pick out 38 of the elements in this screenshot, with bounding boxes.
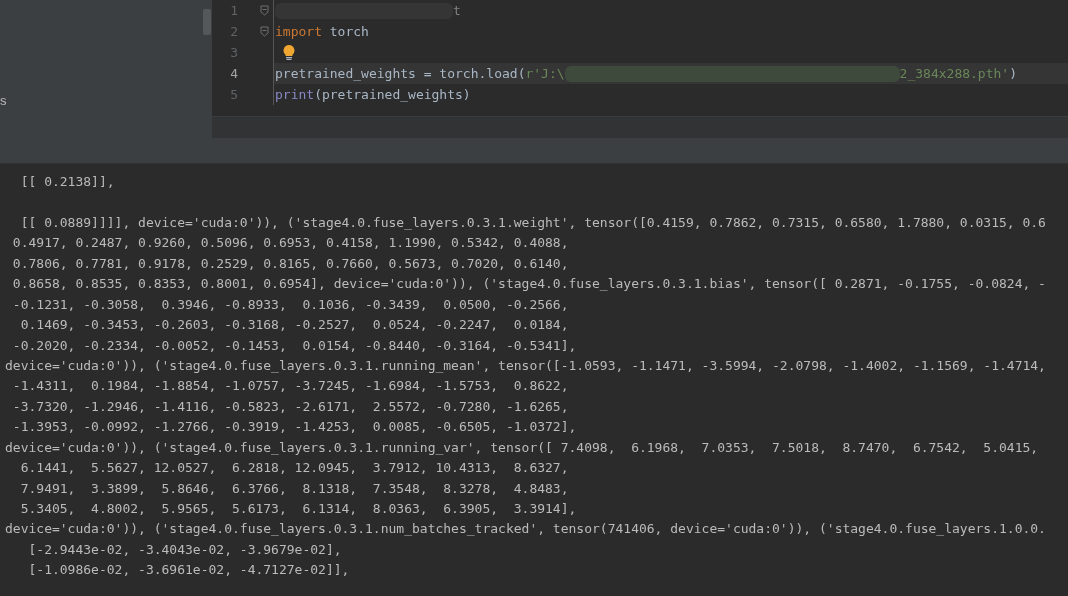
output-line: -1.4311, 0.1984, -1.8854, -1.0757, -3.7245, -1.6984, -1.5753, 0.8622,: [11, 378, 569, 394]
output-line: -0.1231, -0.3058, 0.3946, -0.8933, 0.1036, -0.3439, 0.0500, -0.2566,: [11, 296, 569, 312]
output-line: -0.2020, -0.2334, -0.0052, -0.1453, 0.0154, -0.8440, -0.3164, -0.5341],: [11, 337, 577, 353]
line-number: 2: [229, 22, 238, 41]
output-line: 0.8658, 0.8535, 0.8353, 0.8001, 0.6954], device='cuda:0')), ('stage4.0.fuse_layers.0.3.1.bias', tensor([ 0.2871, -0.1755, -0.0824, -: [11, 276, 1046, 292]
output-line: 0.1469, -0.3453, -0.2603, -0.3168, -0.2527, 0.0524, -0.2247, 0.0184,: [19, 317, 569, 333]
output-line: [-2.9443e-02, -3.4043e-02, -3.9679e-02],: [27, 541, 342, 557]
output-line: [[ 0.0889]]]], device='cuda:0')), ('stage4.0.fuse_layers.0.3.1.weight', tensor([0.4159, 0.7862, 0.7315, 0.6580, 1.7880, 0.0315, 0.6: [19, 214, 1046, 230]
code-token: ): [1009, 64, 1017, 83]
code-token: pretrained_weights = torch.load(: [275, 64, 526, 83]
output-line: 6.1441, 5.5627, 12.0527, 6.2818, 12.0945, 3.7912, 10.4313, 8.6327,: [19, 460, 569, 476]
output-line: 5.3405, 4.8002, 5.9565, 5.6173, 6.1314, 8.0363, 6.3905, 3.3914],: [19, 501, 577, 516]
line-number: 4: [229, 64, 238, 83]
line-number: 5: [229, 85, 238, 104]
code-token: 2_384x288.pth': [899, 64, 1010, 83]
code-token: t: [453, 1, 461, 20]
output-line: -1.3953, -0.0992, -1.2766, -0.3919, -1.4253, 0.0085, -0.6505, -1.0372],: [11, 419, 577, 435]
output-line: 7.9491, 3.3899, 5.8646, 6.3766, 8.1318, 7.3548, 8.3278, 4.8483,: [19, 480, 569, 496]
code-token: r'J:\: [525, 64, 565, 83]
output-line: -3.7320, -1.2946, -1.4116, -0.5823, -2.6171, 2.5572, -0.7280, -1.6265,: [11, 398, 569, 414]
output-line: [[ 0.2138]],: [19, 174, 115, 189]
lightbulb-icon[interactable]: [283, 45, 295, 60]
output-line: [-1.0986e-02, -3.6961e-02, -4.7127e-02]],: [27, 562, 350, 578]
output-line: device='cuda:0')), ('stage4.0.fuse_layers.0.3.1.running_mean', tensor([-1.0593, -1.1471, -3.5994, -2.0798, -1.4002, -1.1569, -1.4714,: [5, 357, 1046, 373]
code-token: (pretrained_weights): [314, 85, 471, 104]
line-number: 3: [229, 43, 238, 62]
fold-icon[interactable]: [260, 26, 269, 37]
output-line: 0.4917, 0.2487, 0.9260, 0.5096, 0.6953, 0.4158, 1.1990, 0.5342, 0.4088,: [11, 235, 569, 251]
code-token: print: [275, 85, 315, 104]
output-line: 0.7806, 0.7781, 0.9178, 0.2529, 0.8165, 0.7660, 0.5673, 0.7020, 0.6140,: [11, 255, 569, 271]
fold-icon[interactable]: [260, 5, 269, 16]
output-line: device='cuda:0')), ('stage4.0.fuse_layers.0.3.1.num_batches_tracked', tensor(741406, device='cuda:0')), ('stage4.0.fuse_layers.1.0.0.: [5, 521, 1046, 537]
output-line: device='cuda:0')), ('stage4.0.fuse_layers.0.3.1.running_var', tensor([ 7.4098, 6.1968, 7.0353, 7.5018, 8.7470, 6.7542, 5.0415,: [5, 439, 1039, 455]
code-token: torch: [328, 22, 369, 41]
line-number: 1: [229, 1, 238, 20]
scrollbar-thumb[interactable]: [203, 9, 211, 35]
code-token: import: [275, 22, 322, 41]
project-item[interactable]: s: [0, 92, 7, 110]
